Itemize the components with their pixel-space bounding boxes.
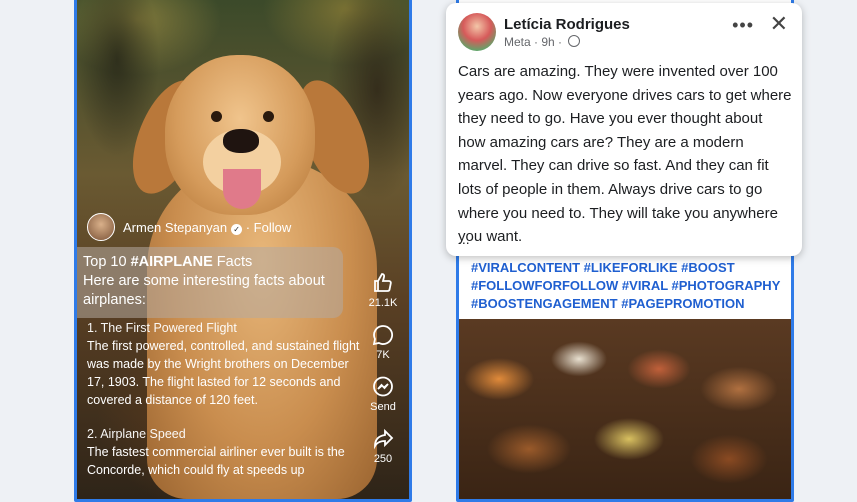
fact-2-title: 2. Airplane Speed [87, 427, 186, 441]
more-icon[interactable]: ••• [732, 15, 754, 36]
dog-image-eye-left [211, 111, 222, 122]
author-avatar[interactable] [87, 213, 115, 241]
reel-actions: 21.1K 7K Send 250 [363, 271, 403, 479]
share-icon [374, 428, 394, 450]
caption-prefix: Top 10 [83, 254, 131, 270]
dog-image-eye-right [263, 111, 274, 122]
post-body: Cars are amazing. They were invented ove… [458, 63, 792, 246]
author-name[interactable]: Armen Stepanyan [123, 220, 227, 235]
dog-image-nose [223, 129, 259, 153]
like-count: 21.1K [368, 297, 398, 309]
post-header: Letícia Rodrigues Meta · 9h · [458, 13, 630, 51]
reel-caption[interactable]: Top 10 #AIRPLANE Facts Here are some int… [77, 247, 343, 318]
fact-1-title: 1. The First Powered Flight [87, 321, 237, 335]
post-author-name[interactable]: Letícia Rodrigues [504, 16, 630, 33]
follow-button[interactable]: Follow [254, 220, 292, 235]
thumbs-up-icon [374, 273, 392, 292]
post-hashtags[interactable]: #VIRALCONTENT #LIKEFORLIKE #BOOST #FOLLO… [471, 259, 791, 313]
share-button[interactable]: 250 [363, 427, 403, 465]
post-author-avatar[interactable] [458, 13, 496, 51]
send-label: Send [370, 401, 396, 413]
caption-suffix: Facts [212, 254, 253, 270]
comment-icon [372, 325, 394, 346]
dog-image-tongue [223, 169, 261, 209]
globe-icon [568, 34, 581, 47]
fact-1: 1. The First Powered Flight The first po… [87, 319, 362, 409]
verified-icon: ✓ [231, 223, 243, 235]
fact-2: 2. Airplane Speed The fastest commercial… [87, 425, 362, 479]
comment-button[interactable]: 7K [363, 323, 403, 361]
send-button[interactable]: Send [363, 375, 403, 413]
like-button[interactable]: 21.1K [363, 271, 403, 309]
comment-count: 7K [376, 349, 390, 361]
post-card[interactable]: Letícia Rodrigues Meta · 9h · ••• ✕ Cars… [446, 3, 802, 256]
share-count: 250 [373, 453, 393, 465]
post-meta-source: Meta [504, 34, 531, 49]
close-icon[interactable]: ✕ [770, 11, 788, 37]
messenger-icon [373, 376, 393, 397]
separator-dot: · [245, 219, 254, 235]
post-meta: Meta · 9h · [504, 34, 630, 49]
reel-author: Armen Stepanyan ✓ · Follow [87, 213, 291, 241]
fact-2-body: The fastest commercial airliner ever bui… [87, 445, 345, 477]
reel-video-panel[interactable]: Armen Stepanyan ✓ · Follow Top 10 #AIRPLA… [74, 0, 412, 502]
caption-hashtag[interactable]: #AIRPLANE [131, 254, 213, 270]
caption-rest: Here are some interesting facts about ai… [83, 273, 325, 308]
fact-1-body: The first powered, controlled, and susta… [87, 339, 360, 407]
post-ellipsis[interactable]: ... [458, 231, 470, 247]
post-timestamp[interactable]: 9h [541, 35, 554, 49]
food-image[interactable] [459, 319, 791, 499]
